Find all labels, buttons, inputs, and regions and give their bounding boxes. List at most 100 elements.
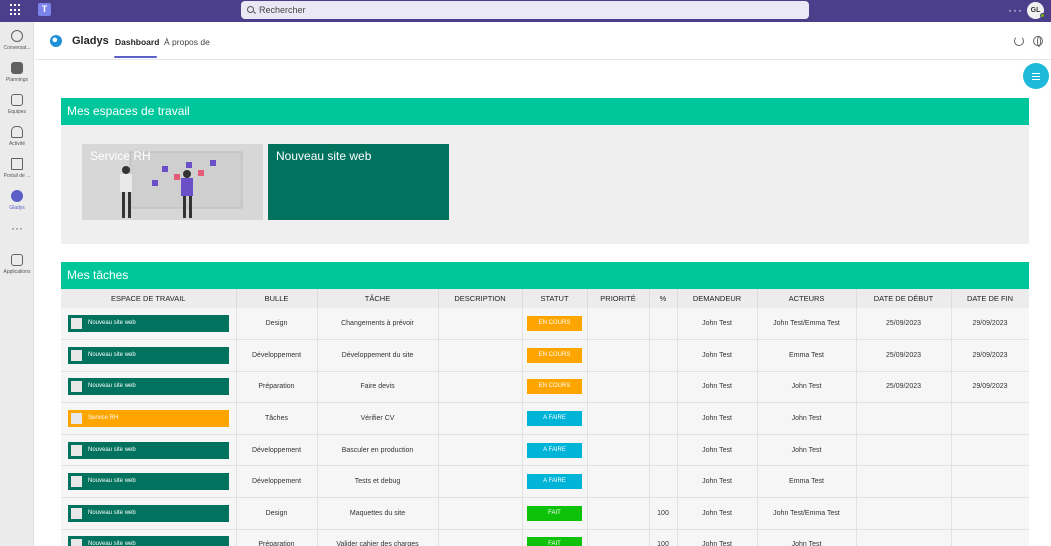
status-badge: EN COURS [527,379,582,395]
column-header[interactable]: PRIORITÉ [587,289,650,308]
requester-cell: John Test [677,497,758,530]
workspace-chip[interactable]: Nouveau site web [68,504,229,522]
requester-cell: John Test [677,339,758,372]
task-cell[interactable]: Faire devis [317,371,439,404]
end-date-cell [951,465,1029,499]
task-cell[interactable]: Valider cahier des charges [317,529,439,546]
workspace-chip[interactable]: Service RH [68,410,229,428]
workspace-cell: Nouveau site web [61,339,237,372]
table-row[interactable]: Service RH Tâches Vérifier CV A FAIRE John T… [61,402,1029,435]
actors-cell: John Test/Emma Test [757,497,857,530]
priority-cell [587,371,650,404]
workspace-chip[interactable]: Nouveau site web [68,346,229,364]
portal-icon [11,158,23,170]
column-header[interactable]: TÂCHE [317,289,439,308]
percent-cell [649,402,678,435]
bulle-cell: Développement [236,434,318,467]
requester-cell: John Test [677,465,758,499]
column-header[interactable]: DEMANDEUR [677,289,758,308]
start-date-cell: 25/09/2023 [856,308,952,341]
column-header[interactable]: STATUT [522,289,588,308]
task-cell[interactable]: Tests et debug [317,465,439,499]
workspace-chip[interactable]: Nouveau site web [68,378,229,396]
table-row[interactable]: Nouveau site web Design Changements à prév… [61,308,1029,341]
table-row[interactable]: Nouveau site web Préparation Valider cahie… [61,529,1029,546]
table-row[interactable]: Nouveau site web Développement Tests et de… [61,465,1029,499]
workspace-chip-label: Nouveau site web [88,320,136,327]
workspace-thumbnail-icon [71,539,82,546]
task-cell[interactable]: Développement du site [317,339,439,372]
globe-icon[interactable] [1033,36,1043,47]
percent-cell [649,465,678,499]
status-cell: EN COURS [522,308,588,341]
percent-cell: 100 [649,529,678,546]
task-cell[interactable]: Basculer en production [317,434,439,467]
column-header[interactable]: ACTEURS [757,289,857,308]
workspace-chip-label: Nouveau site web [88,383,136,390]
workspace-chip[interactable]: Nouveau site web [68,315,229,333]
task-cell[interactable]: Changements à prévoir [317,308,439,341]
column-header[interactable]: DATE DE FIN [951,289,1029,308]
app-launcher-icon[interactable] [10,4,22,16]
refresh-icon[interactable] [1014,36,1024,46]
rail-item-more[interactable]: ··· [0,222,34,234]
rail-item-applications[interactable]: Applications [0,254,34,275]
column-header[interactable]: ESPACE DE TRAVAIL [61,289,237,308]
description-cell [438,371,523,404]
workspace-thumbnail-icon [71,413,82,425]
tasks-table-container: ESPACE DE TRAVAIL BULLE TÂCHE DESCRIPTIO… [61,289,1029,546]
table-row[interactable]: Nouveau site web Développement Développeme… [61,339,1029,372]
bulle-cell: Préparation [236,371,318,404]
workspace-cell: Nouveau site web [61,497,237,530]
status-badge: FAIT [527,537,582,546]
start-date-cell [856,402,952,435]
tasks-section-title: Mes tâches [61,262,1029,289]
rail-item-plannings[interactable]: Plannings [0,62,34,83]
rail-item-conversations[interactable]: Conversat... [0,30,34,51]
task-cell[interactable]: Vérifier CV [317,402,439,435]
priority-cell [587,497,650,530]
workspace-card-nouveau-site-web[interactable]: Nouveau site web [268,144,449,220]
workspace-chip[interactable]: Nouveau site web [68,536,229,546]
percent-cell [649,308,678,341]
status-cell: A FAIRE [522,402,588,435]
workspace-card-service-rh[interactable]: Service RH [82,144,263,220]
tab-dashboard[interactable]: Dashboard [115,37,159,47]
table-row[interactable]: Nouveau site web Préparation Faire devis EN… [61,371,1029,404]
rail-item-portail[interactable]: Portail de ... [0,158,34,179]
rail-item-gladys[interactable]: Gladys [0,190,34,211]
table-row[interactable]: Nouveau site web Développement Basculer en… [61,434,1029,467]
percent-cell: 100 [649,497,678,530]
task-cell[interactable]: Maquettes du site [317,497,439,530]
start-date-cell [856,497,952,530]
workspace-thumbnail-icon [71,476,82,488]
end-date-cell [951,497,1029,530]
workspace-chip[interactable]: Nouveau site web [68,473,229,491]
column-header[interactable]: BULLE [236,289,318,308]
column-header[interactable]: DESCRIPTION [438,289,523,308]
status-badge: A FAIRE [527,474,582,490]
app-header: Gladys Dashboard À propos de [35,22,1051,60]
column-header[interactable]: DATE DE DÉBUT [856,289,952,308]
end-date-cell [951,434,1029,467]
workspace-chip[interactable]: Nouveau site web [68,441,229,459]
menu-fab-button[interactable] [1023,63,1049,89]
requester-cell: John Test [677,308,758,341]
rail-item-equipes[interactable]: Equipes [0,94,34,115]
table-row[interactable]: Nouveau site web Design Maquettes du site F… [61,497,1029,530]
teams-icon [11,94,23,106]
description-cell [438,434,523,467]
priority-cell [587,402,650,435]
tasks-table: ESPACE DE TRAVAIL BULLE TÂCHE DESCRIPTIO… [61,289,1029,546]
column-header[interactable]: % [649,289,678,308]
actors-cell: John Test [757,529,857,546]
description-cell [438,465,523,499]
start-date-cell [856,434,952,467]
priority-cell [587,308,650,341]
workspace-thumbnail-icon [71,381,82,393]
search-input[interactable]: Rechercher [241,1,809,19]
rail-item-activite[interactable]: Activité [0,126,34,147]
tab-about[interactable]: À propos de [164,37,210,47]
more-options-icon[interactable]: ··· [1008,3,1023,17]
workspace-cell: Service RH [61,402,237,435]
